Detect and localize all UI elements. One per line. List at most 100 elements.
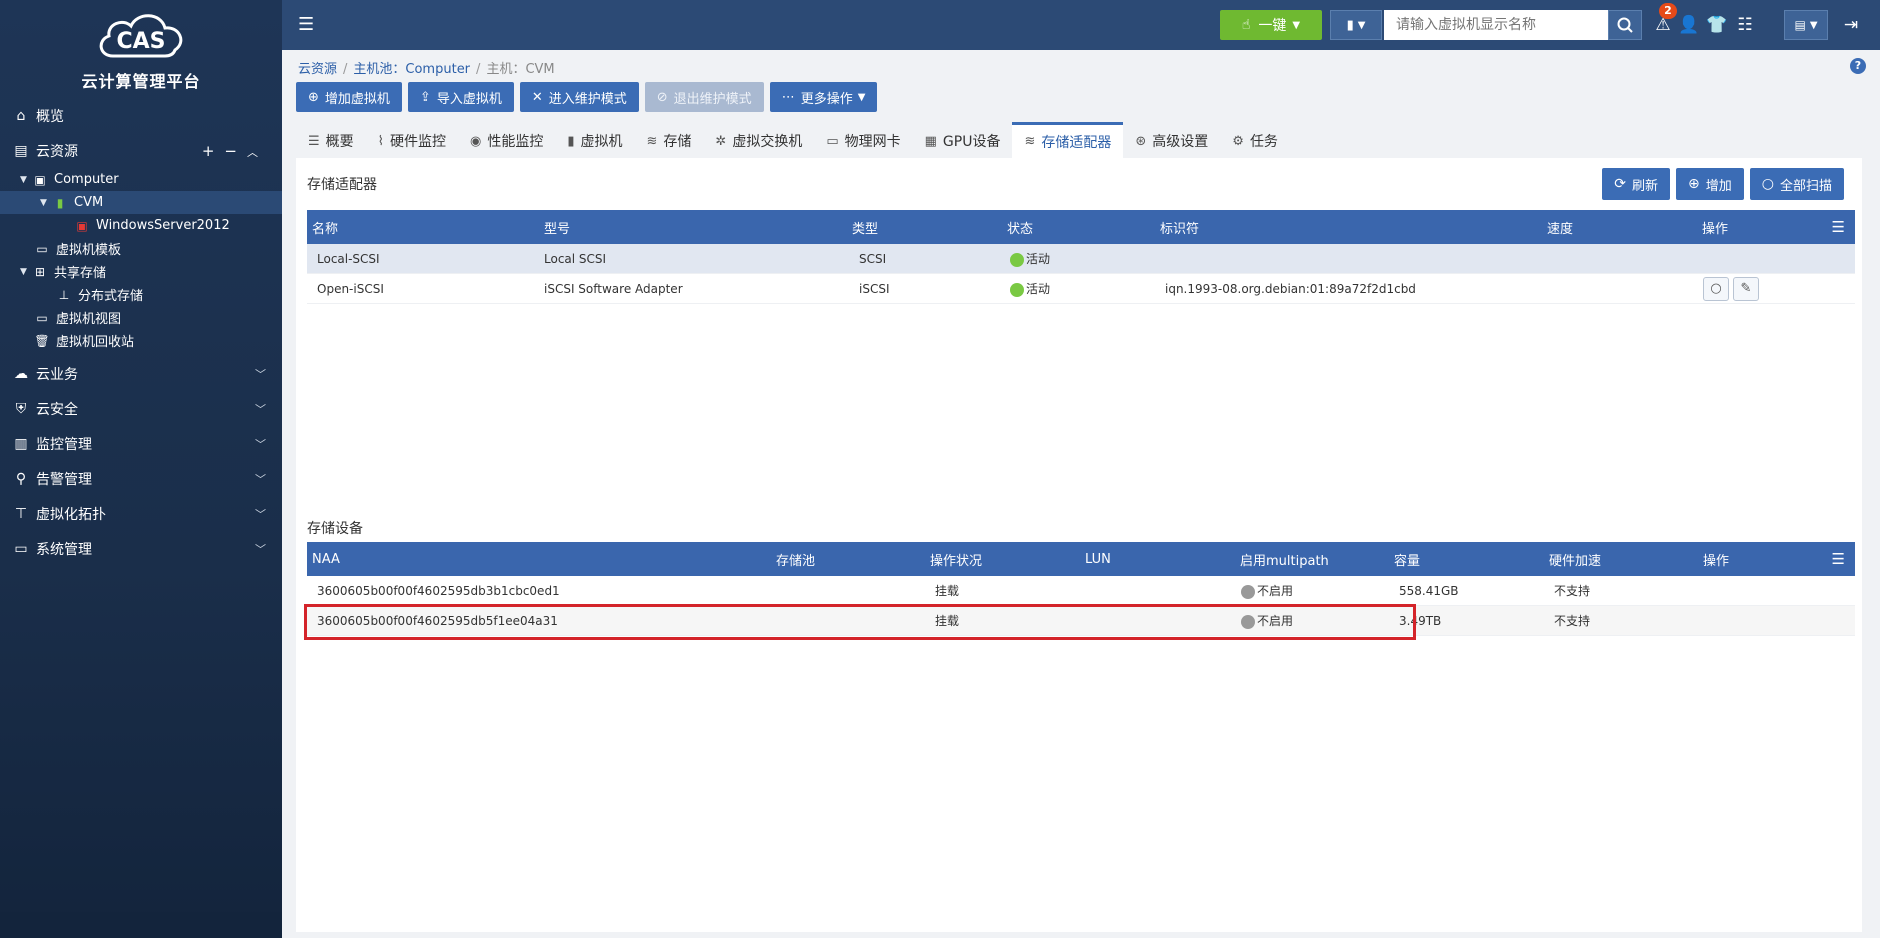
theme-shirt-icon[interactable]: 👕 — [1706, 14, 1728, 36]
system-icon: ▭ — [14, 540, 28, 557]
nav-alarms[interactable]: ⚲ 告警管理 ﹀ — [0, 461, 282, 496]
triangle-down-icon[interactable]: ▼ — [20, 175, 32, 185]
search-button[interactable] — [1608, 10, 1642, 40]
col-capacity[interactable]: 容量 — [1389, 550, 1544, 569]
col-name[interactable]: 名称 — [307, 218, 539, 237]
devices-grid-header: NAA 存储池 操作状况 LUN 启用multipath 容量 硬件加速 操作 … — [307, 542, 1855, 576]
more-ops-button[interactable]: ⋯ 更多操作 ▼ — [769, 82, 878, 112]
refresh-button[interactable]: ⟳ 刷新 — [1602, 168, 1671, 200]
cell-status: 活动 — [1002, 280, 1155, 297]
adapter-actions: ⟳ 刷新 ⊕ 增加 ○ 全部扫描 — [1602, 168, 1844, 200]
tree-item-vm-recycle[interactable]: 🗑 虚拟机回收站 — [0, 329, 282, 352]
nav-cloud-resources[interactable]: ▤ 云资源 +−︿ — [0, 133, 282, 168]
col-actions: 操作 — [1702, 221, 1729, 237]
nav-monitoring[interactable]: ▥ 监控管理 ﹀ — [0, 426, 282, 461]
tab-label: 高级设置 — [1152, 134, 1209, 150]
col-status[interactable]: 状态 — [1002, 218, 1155, 237]
one-key-label: 一键 — [1258, 18, 1287, 34]
nav-overview[interactable]: ⌂ 概览 — [0, 98, 282, 133]
tab-advanced-settings[interactable]: ⊛ 高级设置 — [1123, 124, 1220, 158]
col-multipath[interactable]: 启用multipath — [1235, 550, 1389, 569]
tab-physical-nic[interactable]: ▭ 物理网卡 — [814, 124, 912, 158]
add-adapter-button[interactable]: ⊕ 增加 — [1676, 168, 1744, 200]
user-icon[interactable]: 👤 — [1678, 14, 1700, 36]
tree-label: 分布式存储 — [78, 289, 144, 304]
tree-item-vm-template[interactable]: ▭ 虚拟机模板 — [0, 237, 282, 260]
col-lun[interactable]: LUN — [1080, 552, 1235, 567]
nav-topology[interactable]: ⊤ 虚拟化拓扑 ﹀ — [0, 496, 282, 531]
vm-icon: ▮ — [567, 133, 575, 149]
cell-hw-accel: 不支持 — [1554, 614, 1591, 628]
remove-resource-button[interactable]: − — [224, 142, 247, 160]
scan-all-label: 全部扫描 — [1779, 178, 1832, 194]
tab-gpu[interactable]: ▦ GPU设备 — [913, 124, 1013, 158]
col-identifier[interactable]: 标识符 — [1155, 218, 1542, 237]
tree-item-computer[interactable]: ▼ ▣ Computer — [0, 168, 282, 191]
menu-toggle-icon[interactable]: ☰ — [298, 14, 318, 35]
more-ops-label: 更多操作 — [800, 91, 853, 107]
logout-icon[interactable]: ⇥ — [1840, 14, 1862, 36]
exit-maintenance-button[interactable]: ⊘ 退出维护模式 — [644, 82, 764, 112]
nav-label: 云资源 — [36, 143, 78, 160]
breadcrumb-host-pool[interactable]: 主机池：Computer — [353, 62, 470, 77]
chevron-up-icon[interactable]: ︿ — [247, 146, 268, 159]
alarm-icon: ⚲ — [15, 470, 27, 487]
scan-all-button[interactable]: ○ 全部扫描 — [1749, 168, 1844, 200]
tree-item-vm-view[interactable]: ▭ 虚拟机视图 — [0, 306, 282, 329]
view-details-button[interactable]: ○ — [1703, 276, 1729, 301]
tab-summary[interactable]: ☰ 概要 — [296, 124, 366, 158]
tree-item-cvm[interactable]: ▼ ▮ CVM — [0, 191, 282, 214]
triangle-down-icon[interactable]: ▼ — [20, 267, 32, 277]
nav-system[interactable]: ▭ 系统管理 ﹀ — [0, 531, 282, 566]
table-row[interactable]: Open-iSCSI iSCSI Software Adapter iSCSI … — [307, 274, 1855, 304]
tab-vswitch[interactable]: ✲ 虚拟交换机 — [703, 124, 814, 158]
tab-storage[interactable]: ≋ 存储 — [635, 124, 704, 158]
col-model[interactable]: 型号 — [539, 218, 847, 237]
chevron-down-icon: ﹀ — [255, 507, 266, 521]
multipath-text: 不启用 — [1257, 584, 1294, 598]
tree-item-vm[interactable]: ▣ WindowsServer2012 — [0, 214, 282, 237]
nav-cloud-business[interactable]: ☁ 云业务 ﹀ — [0, 356, 282, 391]
col-hw-accel[interactable]: 硬件加速 — [1544, 550, 1698, 569]
tree-item-shared-storage[interactable]: ▼ ⊞ 共享存储 — [0, 260, 282, 283]
breadcrumb-cloud-resources[interactable]: 云资源 — [298, 62, 337, 77]
triangle-down-icon[interactable]: ▼ — [40, 198, 52, 208]
import-vm-button[interactable]: ⇪ 导入虚拟机 — [407, 82, 514, 112]
list-icon[interactable]: ☷ — [1734, 14, 1756, 36]
col-speed[interactable]: 速度 — [1542, 218, 1697, 237]
cell-op-status: 挂载 — [935, 584, 960, 598]
tab-storage-adapter[interactable]: ≋ 存储适配器 — [1012, 122, 1124, 158]
nav-label: 告警管理 — [36, 471, 92, 488]
col-type[interactable]: 类型 — [847, 218, 1002, 237]
col-op-status[interactable]: 操作状况 — [925, 550, 1080, 569]
add-resource-button[interactable]: + — [202, 142, 225, 160]
column-menu-icon[interactable]: ☰ — [1832, 218, 1845, 236]
cell-status: 活动 — [1002, 250, 1155, 267]
enter-maintenance-button[interactable]: ✕ 进入维护模式 — [519, 82, 639, 112]
edit-button[interactable]: ✎ — [1733, 276, 1759, 301]
add-vm-button[interactable]: ⊕ 增加虚拟机 — [296, 82, 402, 112]
col-naa[interactable]: NAA — [307, 552, 771, 567]
layout-dropdown[interactable]: ▤ ▼ — [1784, 10, 1828, 40]
tab-vms[interactable]: ▮ 虚拟机 — [555, 124, 634, 158]
vm-view-icon: ▭ — [36, 310, 48, 325]
tab-hardware-monitor[interactable]: ⌇ 硬件监控 — [366, 124, 458, 158]
gauge-icon: ◉ — [470, 133, 482, 149]
tree-item-distributed-storage[interactable]: ⊥ 分布式存储 — [0, 283, 282, 306]
vm-search-input[interactable] — [1384, 10, 1608, 40]
shield-icon: ⛨ — [15, 400, 27, 417]
tab-performance-monitor[interactable]: ◉ 性能监控 — [458, 124, 555, 158]
table-row[interactable]: Local-SCSI Local SCSI SCSI 活动 — [307, 244, 1855, 274]
col-pool[interactable]: 存储池 — [771, 550, 925, 569]
cas-logo-icon: CAS — [95, 10, 187, 62]
column-menu-icon[interactable]: ☰ — [1832, 550, 1845, 568]
cell-op-status: 挂载 — [935, 614, 960, 628]
nav-cloud-security[interactable]: ⛨ 云安全 ﹀ — [0, 391, 282, 426]
vm-type-dropdown[interactable]: ▮ ▼ — [1330, 10, 1382, 40]
table-row[interactable]: 3600605b00f00f4602595db5f1ee04a31 挂载 不启用… — [307, 606, 1855, 636]
tab-label: 存储适配器 — [1041, 134, 1112, 151]
tab-tasks[interactable]: ⚙ 任务 — [1220, 124, 1290, 158]
one-key-button[interactable]: ☝ 一键 ▼ — [1220, 10, 1322, 40]
help-icon[interactable]: ? — [1850, 58, 1866, 74]
table-row[interactable]: 3600605b00f00f4602595db3b1cbc0ed1 挂载 不启用… — [307, 576, 1855, 606]
